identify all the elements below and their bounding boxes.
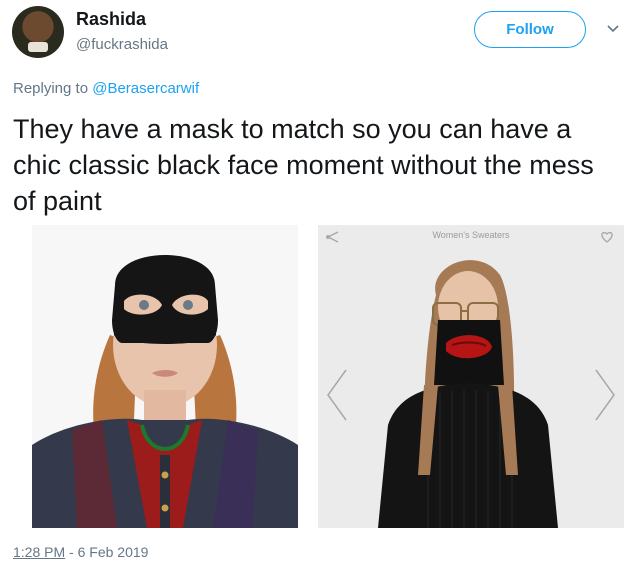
timestamp-separator: - [65,544,78,560]
sweater-photo [318,225,624,528]
author-handle[interactable]: @fuckrashida [76,36,168,53]
tweet-timestamp[interactable]: 1:28 PM - 6 Feb 2019 [13,544,148,560]
tweet-image-sweater[interactable]: Women's Sweaters [318,225,624,528]
follow-button[interactable]: Follow [474,11,586,48]
reply-mention[interactable]: @Berasercarwif [92,80,199,97]
category-label: Women's Sweaters [432,230,510,240]
chevron-down-icon[interactable] [606,22,620,36]
author-name[interactable]: Rashida [76,9,146,30]
avatar-collar [28,42,48,52]
reply-context: Replying to @Berasercarwif [13,80,199,97]
balaclava-photo [32,225,298,528]
avatar[interactable] [12,6,64,58]
reply-prefix: Replying to [13,80,93,97]
tweet-image-balaclava[interactable] [32,225,298,528]
tweet-text: They have a mask to match so you can hav… [13,114,594,216]
timestamp-date: 6 Feb 2019 [77,544,149,560]
timestamp-time[interactable]: 1:28 PM [13,544,65,560]
